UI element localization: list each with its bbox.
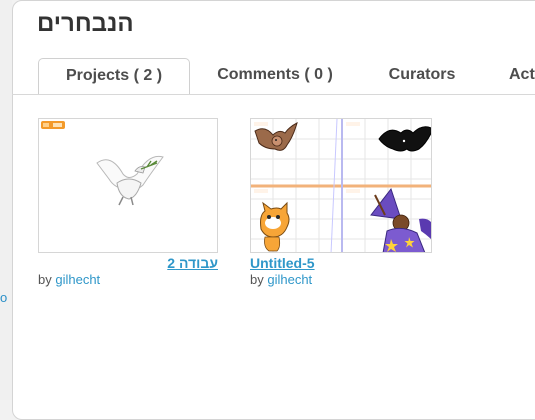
bat-cat-wizard-collage (251, 119, 431, 252)
tab-bar-divider (12, 94, 535, 95)
tab-activity-label: Act (509, 66, 535, 83)
byline-prefix: by (38, 272, 52, 287)
left-edge-strip: o (0, 0, 12, 400)
brown-bat-icon (254, 122, 298, 151)
project-thumbnail[interactable] (38, 118, 218, 253)
project-byline: by gilhecht (38, 272, 218, 288)
tab-projects-label: Projects ( 2 ) (65, 67, 163, 84)
project-card: Untitled-5 by gilhecht (250, 118, 432, 288)
black-bat-icon (378, 126, 431, 152)
page-title: הנבחרים (37, 10, 134, 37)
project-card: עבודה 2 by gilhecht (38, 118, 218, 288)
scratch-cat-icon (260, 201, 290, 252)
byline-prefix: by (250, 272, 264, 287)
project-thumbnail[interactable] (250, 118, 432, 253)
tab-comments[interactable]: Comments ( 0 ) (195, 58, 355, 94)
project-title-link[interactable]: עבודה 2 (38, 255, 218, 272)
tab-curators-label: Curators (388, 66, 456, 83)
tab-activity[interactable]: Act (500, 58, 535, 94)
project-title-link[interactable]: Untitled-5 (250, 255, 432, 272)
tab-curators[interactable]: Curators (362, 58, 482, 94)
left-edge-glyph[interactable]: o (0, 290, 7, 305)
white-dove-icon (41, 121, 164, 206)
tab-comments-label: Comments ( 0 ) (217, 66, 333, 83)
tab-projects[interactable]: Projects ( 2 ) (38, 58, 190, 95)
project-byline: by gilhecht (250, 272, 432, 288)
author-link[interactable]: gilhecht (55, 272, 100, 287)
author-link[interactable]: gilhecht (267, 272, 312, 287)
